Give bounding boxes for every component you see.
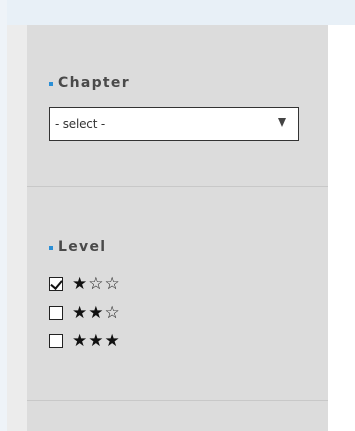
level-2-checkbox[interactable]	[49, 306, 63, 320]
section-divider	[27, 186, 328, 187]
chapter-heading: Chapter	[49, 75, 130, 91]
chapter-select-value: - select -	[55, 117, 105, 131]
page-edge	[0, 0, 7, 431]
bullet-icon	[49, 82, 53, 86]
level-title: Level	[58, 239, 107, 255]
level-3-stars: ★★★	[72, 330, 121, 351]
filter-panel: Chapter - select - Level ★☆☆ ★★☆ ★★★	[27, 25, 328, 431]
level-2-stars: ★★☆	[72, 302, 121, 323]
level-option-3[interactable]: ★★★	[49, 332, 121, 350]
top-band	[7, 0, 355, 25]
left-strip	[7, 25, 27, 431]
level-option-2[interactable]: ★★☆	[49, 304, 121, 322]
level-3-checkbox[interactable]	[49, 334, 63, 348]
level-1-checkbox[interactable]	[49, 277, 63, 291]
level-heading: Level	[49, 239, 106, 255]
chapter-select[interactable]: - select -	[49, 107, 299, 141]
content-area	[328, 25, 355, 431]
chapter-title: Chapter	[58, 75, 130, 91]
level-1-stars: ★☆☆	[72, 273, 121, 294]
level-option-1[interactable]: ★☆☆	[49, 275, 121, 293]
dropdown-arrow-icon	[278, 118, 286, 127]
section-divider	[27, 400, 328, 401]
bullet-icon	[49, 246, 53, 250]
